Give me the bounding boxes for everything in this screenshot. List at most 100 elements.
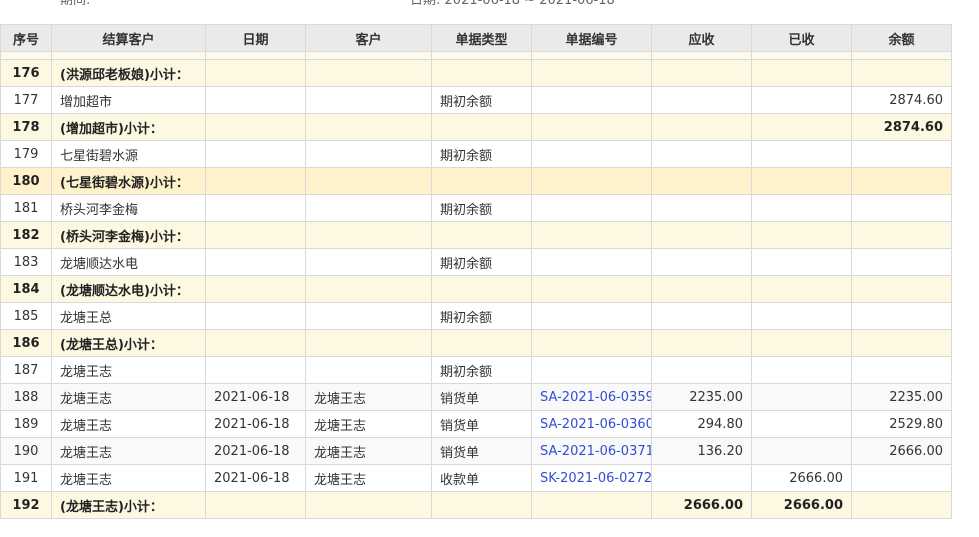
cell-doc-no: SA-2021-06-0360 [531,410,652,438]
cell-doc-type: 收款单 [431,464,532,492]
cell-received [751,194,852,222]
cell-doc-type [431,59,532,87]
cell-doc-type: 期初余额 [431,356,532,384]
cell-settle-customer: (七星街碧水源)小计： [51,167,206,195]
cell-settle-customer: (龙塘王志)小计： [51,491,206,519]
cell-date [205,356,306,384]
cell-customer: 龙塘王志 [305,383,432,411]
col-header-settle-customer[interactable]: 结算客户 [51,24,206,52]
col-header-doc-no[interactable]: 单据编号 [531,24,652,52]
cell-balance [851,329,952,357]
cell-no: 185 [0,302,52,330]
table-spacer-row [0,51,952,60]
cell-doc-type [431,167,532,195]
cell-doc-type: 期初余额 [431,86,532,114]
col-header-date[interactable]: 日期 [205,24,306,52]
col-header-balance[interactable]: 余额 [851,24,952,52]
table-row[interactable]: 185 龙塘王总 期初余额 [0,302,952,330]
col-header-receivable[interactable]: 应收 [651,24,752,52]
doc-no-link[interactable]: SA-2021-06-0360 [540,417,651,432]
cell-balance: 2874.60 [851,113,952,141]
cell-date [205,491,306,519]
cell-balance [851,221,952,249]
subtotal-row[interactable]: 180 (七星街碧水源)小计： [0,167,952,195]
cell-customer [305,221,432,249]
doc-no-link[interactable]: SA-2021-06-0371 [540,444,651,459]
subtotal-row[interactable]: 192 (龙塘王志)小计： 2666.00 2666.00 [0,491,952,519]
cell-settle-customer: 龙塘王志 [51,464,206,492]
cell-date [205,86,306,114]
col-header-doc-type[interactable]: 单据类型 [431,24,532,52]
cell-date [205,275,306,303]
cell-receivable: 2235.00 [651,383,752,411]
cell-customer [305,167,432,195]
subtotal-row[interactable]: 182 (桥头河李金梅)小计： [0,221,952,249]
cell-date: 2021-06-18 [205,410,306,438]
cell-settle-customer: 龙塘顺达水电 [51,248,206,276]
cell-settle-customer: (洪源邱老板娘)小计： [51,59,206,87]
cell-date: 2021-06-18 [205,464,306,492]
cell-balance [851,275,952,303]
subtotal-row[interactable]: 184 (龙塘顺达水电)小计： [0,275,952,303]
cell-received [751,140,852,168]
col-header-received[interactable]: 已收 [751,24,852,52]
cell-received [751,86,852,114]
cell-balance: 2529.80 [851,410,952,438]
cell-doc-type: 期初余额 [431,194,532,222]
cell-doc-no [531,329,652,357]
cell-no: 183 [0,248,52,276]
table-row[interactable]: 189 龙塘王志 2021-06-18 龙塘王志 销货单 SA-2021-06-0360 2… [0,410,952,438]
cell-customer [305,329,432,357]
cell-no: 182 [0,221,52,249]
cell-doc-no [531,113,652,141]
cell-customer [305,86,432,114]
doc-no-link[interactable]: SA-2021-06-0359 [540,390,651,405]
subtotal-row[interactable]: 178 (增加超市)小计： 2874.60 [0,113,952,141]
col-header-no[interactable]: 序号 [0,24,52,52]
col-header-customer[interactable]: 客户 [305,24,432,52]
subtotal-row[interactable]: 176 (洪源邱老板娘)小计： [0,59,952,87]
cell-balance: 2666.00 [851,437,952,465]
cell-receivable [651,140,752,168]
cell-doc-no: SK-2021-06-0272 [531,464,652,492]
cell-date: 2021-06-18 [205,437,306,465]
cell-received [751,59,852,87]
cell-doc-type: 销货单 [431,410,532,438]
table-row[interactable]: 188 龙塘王志 2021-06-18 龙塘王志 销货单 SA-2021-06-0359 2… [0,383,952,411]
cell-receivable [651,59,752,87]
cell-doc-no: SA-2021-06-0359 [531,383,652,411]
cell-date [205,59,306,87]
cell-no: 184 [0,275,52,303]
table-row[interactable]: 190 龙塘王志 2021-06-18 龙塘王志 销货单 SA-2021-06-0371 1… [0,437,952,465]
period-label: 期间: [60,0,91,8]
cell-received [751,113,852,141]
cell-customer [305,248,432,276]
cell-customer [305,275,432,303]
table-row[interactable]: 179 七星街碧水源 期初余额 [0,140,952,168]
cell-settle-customer: 龙塘王志 [51,410,206,438]
cell-received [751,329,852,357]
doc-no-link[interactable]: SK-2021-06-0272 [540,471,651,486]
cell-settle-customer: 龙塘王志 [51,437,206,465]
cell-settle-customer: 龙塘王志 [51,383,206,411]
table-row[interactable]: 191 龙塘王志 2021-06-18 龙塘王志 收款单 SK-2021-06-0272 2… [0,464,952,492]
table-row[interactable]: 183 龙塘顺达水电 期初余额 [0,248,952,276]
cell-customer [305,140,432,168]
cell-date [205,167,306,195]
cell-settle-customer: 龙塘王志 [51,356,206,384]
subtotal-row[interactable]: 186 (龙塘王总)小计： [0,329,952,357]
cell-customer [305,302,432,330]
cell-date [205,194,306,222]
table-row[interactable]: 187 龙塘王志 期初余额 [0,356,952,384]
cell-settle-customer: 龙塘王总 [51,302,206,330]
table-row[interactable]: 181 桥头河李金梅 期初余额 [0,194,952,222]
cell-received [751,437,852,465]
cell-receivable [651,275,752,303]
table-row[interactable]: 177 增加超市 期初余额 2874.60 [0,86,952,114]
cell-receivable [651,302,752,330]
cell-doc-type [431,329,532,357]
cell-no: 189 [0,410,52,438]
cell-customer: 龙塘王志 [305,464,432,492]
cell-settle-customer: (龙塘顺达水电)小计： [51,275,206,303]
cell-receivable [651,329,752,357]
